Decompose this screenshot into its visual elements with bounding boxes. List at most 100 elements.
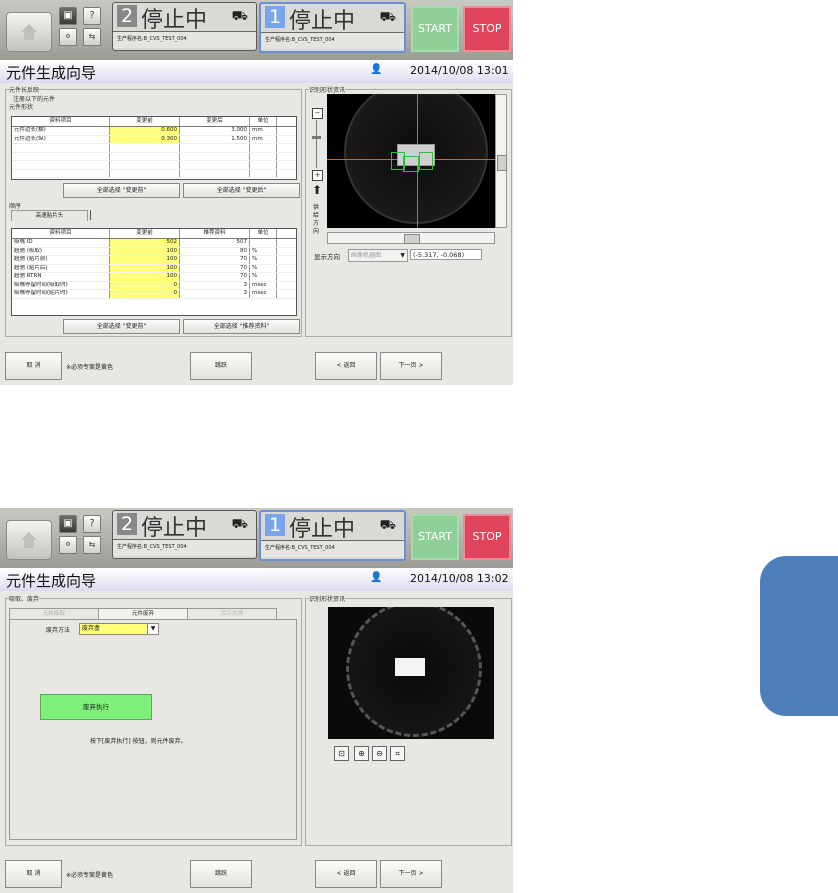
cell: 吸嘴 ID (12, 239, 110, 247)
cell: mm (250, 127, 277, 135)
cell[interactable]: 80 (180, 247, 250, 255)
operator-icon[interactable]: ⚙ (59, 536, 77, 554)
next-button[interactable]: 下一页 > (380, 860, 442, 888)
discard-execute-button[interactable]: 废弃执行 (40, 694, 152, 720)
table-row[interactable]: 吸嘴停留时间(吸取时) 0 3 msec (12, 281, 296, 290)
zoom-slider-handle[interactable] (312, 136, 321, 139)
help-button[interactable]: ? (83, 7, 101, 25)
tab-discard[interactable]: 元件废弃 (98, 608, 188, 619)
lane-1-status[interactable]: 1 停止中 ⛟ 生产程序名:B_CVS_TEST_004 (259, 2, 406, 53)
home-button[interactable] (6, 12, 52, 52)
lane-number: 1 (265, 514, 285, 536)
monitor-icon[interactable]: ▣ (59, 7, 77, 25)
table-row (12, 161, 296, 170)
tab-content (9, 619, 297, 840)
operator-icon[interactable]: ⚙ (59, 28, 77, 46)
lane-2-status[interactable]: 2 停止中 ⛟ 生产程序名:B_CVS_TEST_004 (112, 510, 257, 559)
table-row[interactable]: 元件边长(横) 0.600 3.000 mm (12, 127, 296, 136)
fit-icon[interactable]: ⊡ (334, 746, 349, 761)
cell[interactable]: 0 (110, 281, 180, 289)
cell: 超驰 (吸取) (12, 247, 110, 255)
display-direction-select[interactable]: 画像机器图 ▼ (348, 249, 408, 262)
cell[interactable]: 0 (110, 290, 180, 298)
table-row[interactable]: 超驰 (贴片后) 100 70% (12, 264, 296, 273)
vertical-scrollbar[interactable] (495, 94, 507, 228)
table-row[interactable]: 超驰 (吸取) 100 80% (12, 247, 296, 256)
zoom-out-icon[interactable]: − (312, 108, 323, 119)
table-row[interactable]: 超驰 RTRN 100 70% (12, 273, 296, 282)
discard-hint: 按下[废弃执行] 按钮，则元件废弃。 (90, 738, 187, 745)
network-icon[interactable]: ⇆ (83, 28, 101, 46)
camera-view[interactable] (327, 94, 495, 228)
side-tab[interactable] (760, 556, 838, 716)
table-row[interactable]: 吸嘴 ID 502 507 (12, 239, 296, 248)
section-label: 元件长反映 (9, 85, 40, 94)
shape-table[interactable]: 资料项目 变更前 变更后 单位 元件边长(横) 0.600 3.000 mm 元… (11, 116, 297, 180)
machine-icon: ⛟ (231, 9, 248, 24)
expand-icon[interactable]: ⌗ (390, 746, 405, 761)
zoom-out-icon[interactable]: ⊖ (372, 746, 387, 761)
user-icon: 👤 (370, 572, 383, 583)
start-button[interactable]: START (411, 514, 459, 560)
detection-box (419, 152, 433, 170)
camera-view[interactable] (328, 607, 494, 739)
cell[interactable]: 3.000 (180, 127, 250, 135)
cell[interactable]: 3 (180, 281, 250, 289)
order-select-recommend-button[interactable]: 全部选择 "推荐资料" (183, 319, 300, 334)
stop-button[interactable]: STOP (463, 514, 511, 560)
table-row[interactable]: 吸嘴停留时间(贴片时) 0 3 msec (12, 290, 296, 299)
cancel-button[interactable]: 取 消 (5, 352, 62, 380)
stop-button[interactable]: STOP (463, 6, 511, 52)
cell: 超驰 RTRN (12, 273, 110, 281)
help-button[interactable]: ? (83, 515, 101, 533)
cell[interactable]: 100 (110, 264, 180, 272)
zoom-in-icon[interactable]: ⊕ (354, 746, 369, 761)
discard-method-select[interactable]: 废弃盒 ▼ (79, 623, 159, 635)
horizontal-scrollbar[interactable] (327, 232, 495, 244)
tab-high-speed-head[interactable]: 高速贴片头 (11, 210, 88, 221)
select-all-after-button[interactable]: 全部选择 "变更后" (183, 183, 300, 198)
monitor-icon[interactable]: ▣ (59, 515, 77, 533)
select-all-before-button[interactable]: 全部选择 "变更前" (63, 183, 180, 198)
cell[interactable]: 100 (110, 256, 180, 264)
lane-number: 1 (265, 6, 285, 28)
home-button[interactable] (6, 520, 52, 560)
tab-pickup[interactable]: 元件吸取 (9, 608, 99, 619)
next-button[interactable]: 下一页 > (380, 352, 442, 380)
cell[interactable]: 1.500 (180, 135, 250, 143)
zoom-slider[interactable] (316, 120, 317, 168)
order-select-before-button[interactable]: 全部选择 "变更前" (63, 319, 180, 334)
table-row[interactable]: 超驰 (贴片前) 100 70% (12, 256, 296, 265)
skip-button[interactable]: 跳跃 (190, 352, 252, 380)
table-row (12, 152, 296, 161)
cell[interactable]: 3 (180, 290, 250, 298)
start-button[interactable]: START (411, 6, 459, 52)
detection-box (403, 156, 419, 172)
chevron-down-icon: ▼ (147, 624, 158, 634)
table-row[interactable]: 元件边长(纵) 0.300 1.500 mm (12, 135, 296, 144)
lane-state: 停止中 (289, 9, 356, 34)
cancel-button[interactable]: 取 消 (5, 860, 62, 888)
cell[interactable]: 0.300 (110, 135, 180, 143)
column-header: 变更前 (110, 229, 180, 238)
network-icon[interactable]: ⇆ (83, 536, 101, 554)
cell: 超驰 (贴片后) (12, 264, 110, 272)
lane-2-status[interactable]: 2 停止中 ⛟ 生产程序名:B_CVS_TEST_004 (112, 2, 257, 51)
lane-1-status[interactable]: 1 停止中 ⛟ 生产程序名:B_CVS_TEST_004 (259, 510, 406, 561)
tab-inventory[interactable]: 库存处理 (187, 608, 277, 619)
order-table[interactable]: 资料项目 变更前 推荐资料 单位 吸嘴 ID 502 507 超驰 (吸取) 100 80… (11, 228, 297, 316)
cell[interactable]: 0.600 (110, 127, 180, 135)
screen-2: ▣ ? ⚙ ⇆ 2 停止中 ⛟ 生产程序名:B_CVS_TEST_004 1 停… (0, 508, 513, 893)
zoom-in-icon[interactable]: + (312, 170, 323, 181)
cell[interactable]: 70 (180, 264, 250, 272)
back-button[interactable]: < 返回 (315, 352, 377, 380)
cell[interactable]: 100 (110, 247, 180, 255)
cell[interactable]: 502 (110, 239, 180, 247)
back-button[interactable]: < 返回 (315, 860, 377, 888)
cell[interactable]: 70 (180, 256, 250, 264)
cell[interactable]: 70 (180, 273, 250, 281)
cell[interactable]: 100 (110, 273, 180, 281)
cell: 元件边长(纵) (12, 135, 110, 143)
cell[interactable]: 507 (180, 239, 250, 247)
skip-button[interactable]: 跳跃 (190, 860, 252, 888)
